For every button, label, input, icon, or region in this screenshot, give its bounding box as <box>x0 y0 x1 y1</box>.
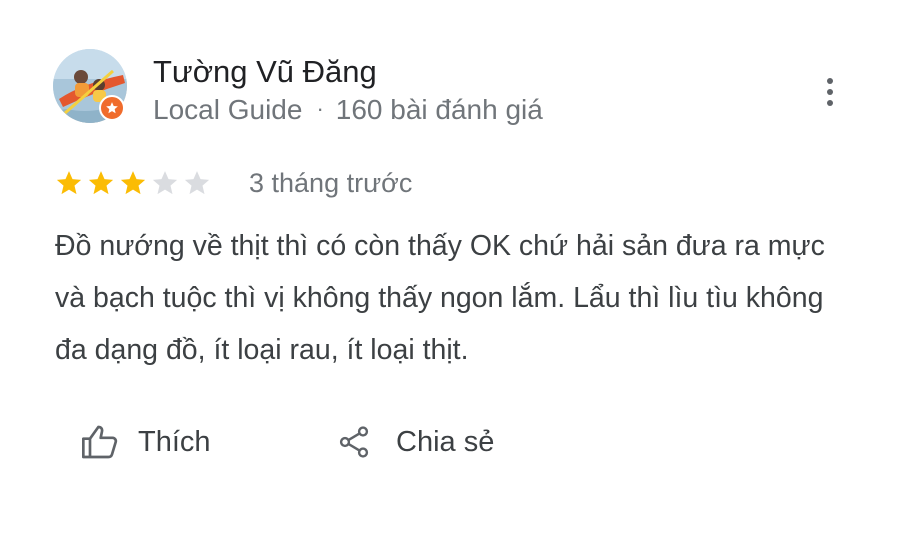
like-label: Thích <box>138 425 211 458</box>
star-empty-icon <box>184 171 210 195</box>
local-guide-star-icon <box>106 102 118 114</box>
share-label: Chia sẻ <box>396 425 495 458</box>
review-card: Tường Vũ Đăng Local Guide · 160 bài đánh g… <box>0 0 898 533</box>
like-button[interactable]: Thích <box>80 418 211 466</box>
thumb-up-icon <box>82 425 118 459</box>
review-time: 3 tháng trước <box>249 168 413 198</box>
share-button[interactable]: Chia sẻ <box>336 418 494 466</box>
star-filled-icon <box>56 171 82 195</box>
star-rating <box>54 168 212 198</box>
local-guide-label: Local Guide <box>153 94 303 125</box>
more-options-button[interactable] <box>812 72 848 112</box>
meta-separator: · <box>316 96 324 121</box>
review-text: Đồ nướng về thịt thì có còn thấy OK chứ … <box>55 230 825 366</box>
star-empty-icon <box>152 171 178 195</box>
reviewer-meta: Local Guide · 160 bài đánh giá <box>153 94 543 126</box>
review-count: 160 bài đánh giá <box>335 94 543 125</box>
star-filled-icon <box>88 171 114 195</box>
reviewer-name[interactable]: Tường Vũ Đăng <box>153 54 377 90</box>
star-filled-icon <box>120 171 146 195</box>
share-icon <box>339 426 369 458</box>
local-guide-badge <box>99 95 125 121</box>
more-vert-icon <box>827 78 833 84</box>
